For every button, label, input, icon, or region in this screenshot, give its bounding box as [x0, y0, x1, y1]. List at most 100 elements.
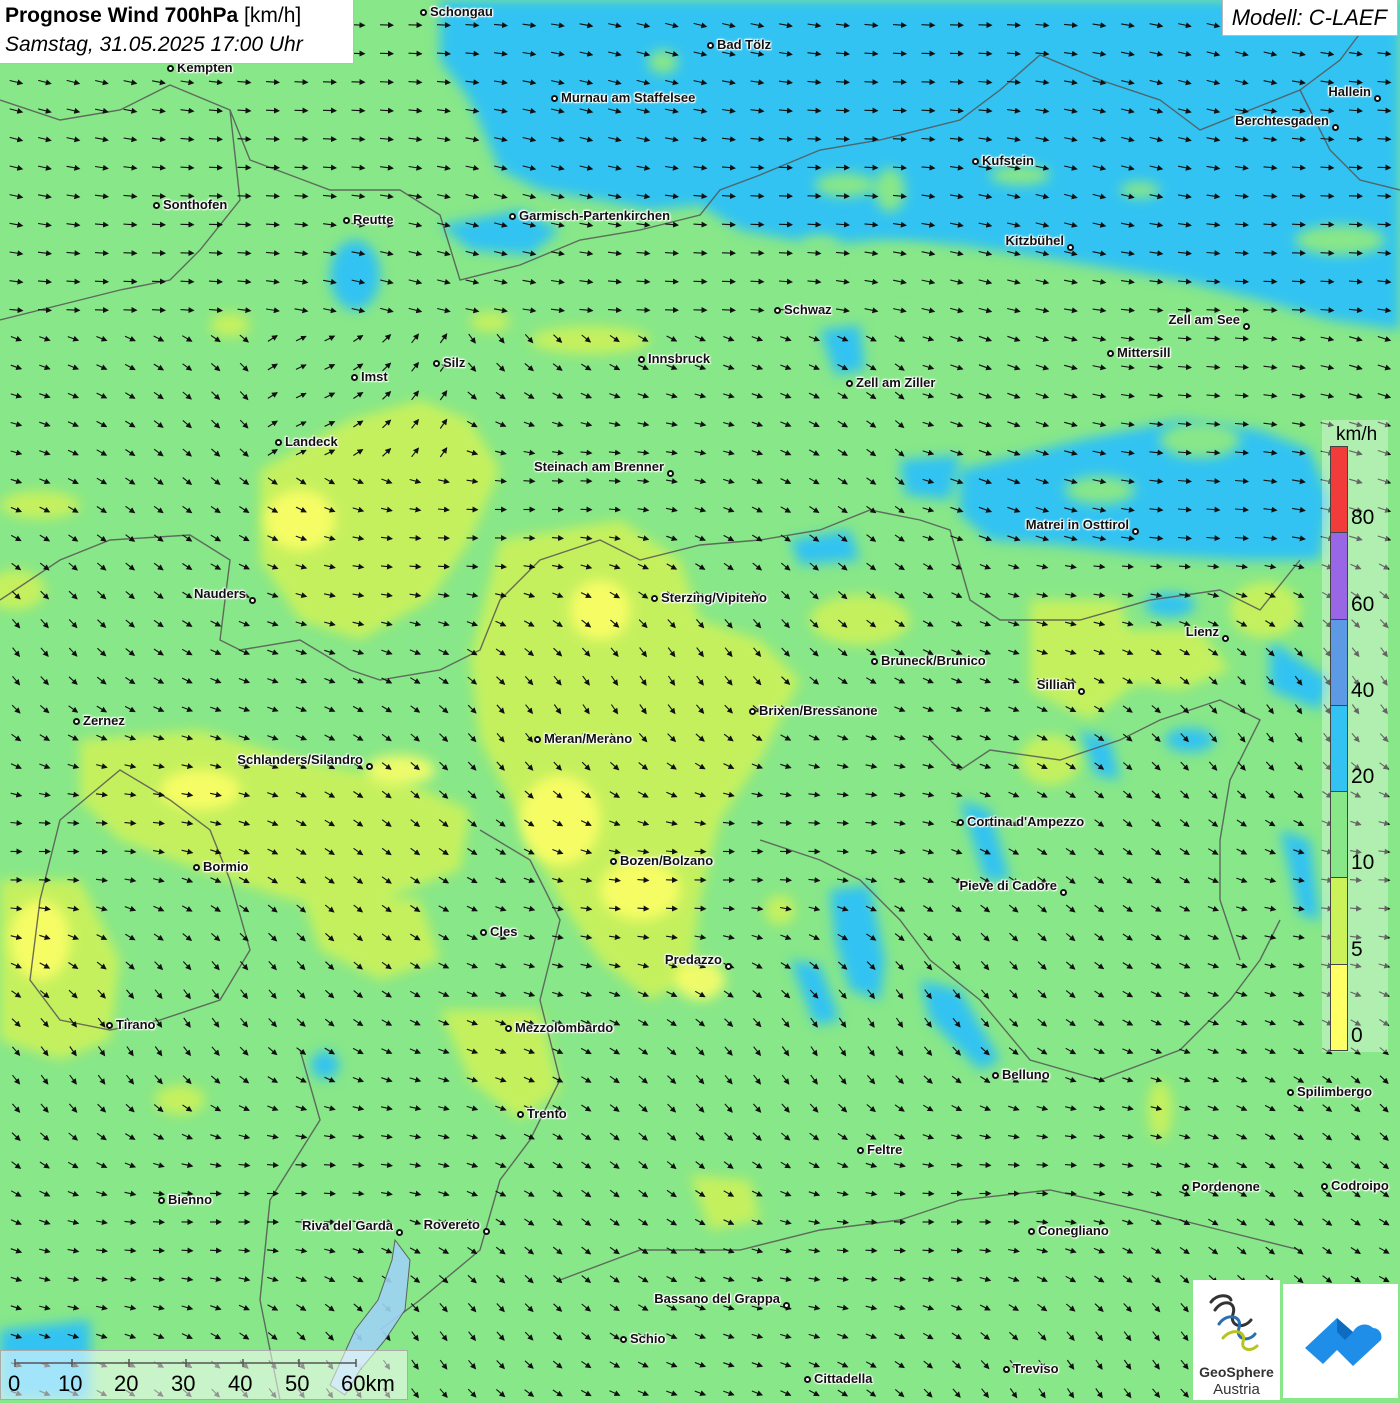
city-label: Bormio: [203, 859, 249, 874]
city-label: Zell am Ziller: [856, 375, 935, 390]
city-marker: [483, 1228, 490, 1235]
legend-color-segment: [1330, 705, 1348, 792]
legend-tick-label: 60: [1351, 593, 1374, 617]
city-marker: [551, 95, 558, 102]
model-panel: Modell: C-LAEF: [1222, 0, 1398, 36]
mountain-cloud-icon: [1283, 1284, 1398, 1398]
city-marker: [433, 360, 440, 367]
city-marker: [343, 217, 350, 224]
city-marker: [1060, 889, 1067, 896]
city-label: Landeck: [285, 434, 338, 449]
city-label: Trento: [527, 1106, 567, 1121]
city-label: Tirano: [116, 1017, 156, 1032]
city-label: Kitzbühel: [1006, 233, 1065, 248]
city-marker: [783, 1302, 790, 1309]
city-label: Bozen/Bolzano: [620, 853, 713, 868]
city-marker: [857, 1147, 864, 1154]
city-label: Pordenone: [1192, 1179, 1260, 1194]
city-marker: [638, 356, 645, 363]
city-label: Innsbruck: [648, 351, 710, 366]
city-marker: [846, 380, 853, 387]
legend-color-segment: [1330, 446, 1348, 533]
city-marker: [1003, 1366, 1010, 1373]
city-label: Codroipo: [1331, 1178, 1389, 1193]
city-label: Schwaz: [784, 302, 832, 317]
city-label: Steinach am Brenner: [534, 459, 664, 474]
city-marker: [366, 763, 373, 770]
city-label: Cles: [490, 924, 517, 939]
legend-tick-label: 0: [1351, 1024, 1363, 1048]
city-marker: [707, 42, 714, 49]
city-marker: [992, 1072, 999, 1079]
city-marker: [396, 1229, 403, 1236]
city-marker: [871, 658, 878, 665]
title-panel: Prognose Wind 700hPa [km/h] Samstag, 31.…: [0, 0, 354, 64]
city-label: Brixen/Bressanone: [759, 703, 878, 718]
city-label: Bad Tölz: [717, 37, 771, 52]
city-label: Conegliano: [1038, 1223, 1109, 1238]
city-label: Kufstein: [982, 153, 1034, 168]
city-marker: [1078, 688, 1085, 695]
city-label: Silz: [443, 355, 465, 370]
city-label: Pieve di Cadore: [959, 878, 1057, 893]
city-label: Murnau am Staffelsee: [561, 90, 695, 105]
city-marker: [420, 9, 427, 16]
scale-tick-label: 60km: [341, 1371, 395, 1397]
city-label: Mittersill: [1117, 345, 1170, 360]
geosphere-country: Austria: [1193, 1381, 1280, 1398]
scale-tick-label: 20: [114, 1371, 138, 1397]
legend-color-segment: [1330, 619, 1348, 706]
city-marker: [275, 439, 282, 446]
city-label: Sterzing/Vipiteno: [661, 590, 767, 605]
city-marker: [1321, 1183, 1328, 1190]
city-marker: [1107, 350, 1114, 357]
city-marker: [153, 202, 160, 209]
city-marker: [972, 158, 979, 165]
city-marker: [106, 1022, 113, 1029]
city-label: Imst: [361, 369, 388, 384]
city-label: Schongau: [430, 4, 493, 19]
city-label: Feltre: [867, 1142, 902, 1157]
geosphere-logo: GeoSphere Austria: [1193, 1280, 1280, 1400]
city-label: Bassano del Grappa: [654, 1291, 780, 1306]
city-label: Predazzo: [665, 952, 722, 967]
city-marker: [167, 65, 174, 72]
city-label: Treviso: [1013, 1361, 1059, 1376]
city-label: Meran/Merano: [544, 731, 632, 746]
city-label: Bruneck/Brunico: [881, 653, 986, 668]
model-label: Modell: C-LAEF: [1232, 5, 1387, 31]
city-label: Reutte: [353, 212, 393, 227]
city-marker: [1067, 244, 1074, 251]
scale-tick-label: 40: [228, 1371, 252, 1397]
city-marker: [1182, 1184, 1189, 1191]
city-marker: [620, 1336, 627, 1343]
city-label: Belluno: [1002, 1067, 1050, 1082]
legend-color-segment: [1330, 877, 1348, 964]
city-label: Schlanders/Silandro: [237, 752, 363, 767]
geosphere-name: GeoSphere: [1193, 1364, 1280, 1380]
city-marker: [774, 307, 781, 314]
city-marker: [505, 1025, 512, 1032]
forecast-datetime: Samstag, 31.05.2025 17:00 Uhr: [5, 33, 303, 57]
city-marker: [957, 819, 964, 826]
city-marker: [651, 595, 658, 602]
city-label: Cortina d'Ampezzo: [967, 814, 1084, 829]
city-marker: [725, 963, 732, 970]
city-label: Matrei in Osttirol: [1026, 517, 1129, 532]
city-marker: [1374, 95, 1381, 102]
legend-color-segment: [1330, 964, 1348, 1051]
city-label: Sillian: [1037, 677, 1075, 692]
city-marker: [1132, 528, 1139, 535]
city-label: Sonthofen: [163, 197, 227, 212]
city-label: Schio: [630, 1331, 665, 1346]
city-marker: [249, 597, 256, 604]
city-marker: [749, 708, 756, 715]
city-label: Mezzolombardo: [515, 1020, 613, 1035]
city-label: Zell am See: [1168, 312, 1240, 327]
city-marker: [804, 1376, 811, 1383]
geosphere-emblem-icon: [1193, 1280, 1280, 1364]
scale-tick-label: 0: [8, 1371, 20, 1397]
city-marker: [1028, 1228, 1035, 1235]
city-marker: [193, 864, 200, 871]
legend-unit: km/h: [1336, 424, 1377, 446]
